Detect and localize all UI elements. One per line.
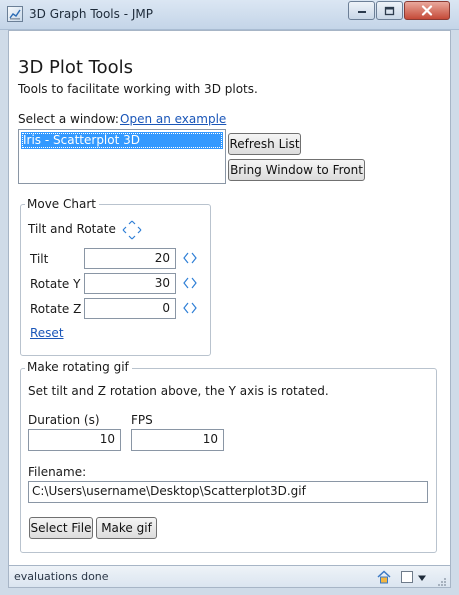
spinner-arrows-icon[interactable] bbox=[182, 251, 198, 265]
tilt-rotate-label: Tilt and Rotate bbox=[28, 222, 116, 236]
spinner-arrows-icon[interactable] bbox=[182, 276, 198, 290]
close-button[interactable] bbox=[404, 1, 450, 20]
gif-note: Set tilt and Z rotation above, the Y axi… bbox=[28, 384, 329, 398]
duration-field[interactable]: 10 bbox=[28, 429, 121, 451]
graph-icon bbox=[7, 6, 23, 22]
open-example-link[interactable]: Open an example bbox=[120, 112, 226, 126]
maximize-icon bbox=[384, 6, 395, 15]
filename-field[interactable]: C:\Users\username\Desktop\Scatterplot3D.… bbox=[28, 481, 428, 503]
window-title: 3D Graph Tools - JMP bbox=[29, 7, 153, 21]
select-window-label: Select a window: bbox=[18, 112, 119, 126]
make-gif-legend: Make rotating gif bbox=[25, 360, 132, 374]
refresh-list-button[interactable]: Refresh List bbox=[228, 133, 301, 155]
select-file-button[interactable]: Select File bbox=[29, 517, 93, 539]
list-item[interactable]: Iris - Scatterplot 3D bbox=[21, 132, 223, 149]
bring-window-front-button[interactable]: Bring Window to Front bbox=[228, 159, 365, 181]
page-title: 3D Plot Tools bbox=[18, 57, 134, 78]
home-icon[interactable] bbox=[376, 569, 392, 585]
fps-label: FPS bbox=[131, 413, 153, 427]
filename-label: Filename: bbox=[28, 465, 87, 479]
close-icon bbox=[421, 5, 433, 16]
rotate-y-label: Rotate Y bbox=[30, 277, 81, 291]
make-gif-button[interactable]: Make gif bbox=[96, 517, 157, 539]
tilt-field[interactable]: 20 bbox=[84, 248, 176, 269]
page-subtitle: Tools to facilitate working with 3D plot… bbox=[18, 82, 258, 96]
fps-field[interactable]: 10 bbox=[131, 429, 224, 451]
minimize-button[interactable] bbox=[348, 1, 375, 20]
status-text: evaluations done bbox=[14, 570, 109, 583]
dropdown-arrow-icon[interactable] bbox=[417, 572, 427, 582]
spinner-arrows-icon[interactable] bbox=[182, 301, 198, 315]
maximize-button[interactable] bbox=[376, 1, 403, 20]
resize-grip[interactable] bbox=[437, 576, 447, 586]
duration-label: Duration (s) bbox=[28, 413, 100, 427]
rotate-z-label: Rotate Z bbox=[30, 302, 82, 316]
rotate-z-field[interactable]: 0 bbox=[84, 298, 176, 319]
minimize-icon bbox=[357, 10, 366, 13]
tilt-label: Tilt bbox=[30, 252, 49, 266]
move-chart-legend: Move Chart bbox=[25, 197, 99, 211]
reset-link[interactable]: Reset bbox=[30, 326, 64, 340]
rotate-y-field[interactable]: 30 bbox=[84, 273, 176, 294]
spinner-arrows-icon[interactable] bbox=[121, 219, 143, 241]
checkbox-icon[interactable] bbox=[400, 570, 414, 584]
window-listbox[interactable]: Iris - Scatterplot 3D bbox=[18, 129, 226, 184]
